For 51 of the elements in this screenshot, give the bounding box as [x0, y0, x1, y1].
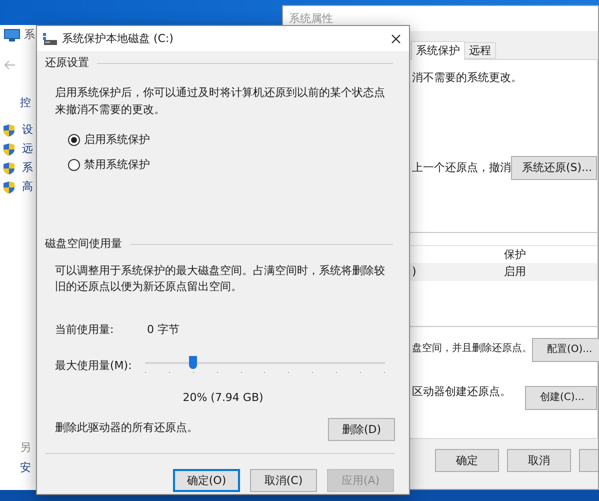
window-title: 系统属性: [289, 10, 333, 26]
description-text: 消不需要的系统更改。: [412, 70, 523, 86]
table-cell-text: ): [412, 264, 418, 280]
field-label: 最大使用量(M):: [55, 358, 133, 374]
close-icon: [391, 34, 401, 44]
monitor-icon: [4, 28, 20, 42]
field-label: 当前使用量:: [55, 322, 115, 338]
radio-option[interactable]: 启用系统保护: [68, 132, 401, 148]
slider-thumb[interactable]: [189, 356, 197, 369]
window-title: 系统保护本地磁盘 (C:): [62, 30, 174, 46]
shield-icon: [3, 124, 15, 136]
restore-button[interactable]: 系统还原(S)...: [511, 156, 597, 180]
sidebar-link[interactable]: 系: [22, 160, 33, 176]
group-heading: 还原设置: [45, 55, 89, 71]
dialog-button[interactable]: 取消(C): [250, 469, 317, 492]
dialog-button[interactable]: 确定(O): [173, 469, 240, 492]
window-title: 系: [24, 27, 35, 43]
description-text: 上一个还原点，撤消: [412, 160, 511, 176]
back-arrow-icon: [4, 60, 16, 70]
create-button[interactable]: 创建(C)...: [525, 386, 597, 410]
table-cell: 启用: [504, 264, 526, 280]
shield-icon: [3, 162, 15, 174]
nav-heading: 控: [19, 95, 32, 111]
column-header: 保护: [504, 246, 526, 262]
sidebar-link[interactable]: 高: [22, 179, 33, 195]
tab[interactable]: 系统保护: [411, 41, 465, 60]
radio-label: 禁用系统保护: [84, 157, 150, 173]
radio-option[interactable]: 禁用系统保护: [68, 157, 401, 173]
sidebar-link[interactable]: 远: [22, 141, 33, 157]
tab[interactable]: 远程: [465, 42, 496, 59]
description-text: 盘空间，并且删除还原点。: [412, 342, 532, 356]
sidebar-link[interactable]: 设: [22, 122, 33, 138]
radio-label: 启用系统保护: [84, 132, 150, 148]
dialog-button[interactable]: 取消: [506, 449, 571, 472]
shield-icon: [3, 142, 15, 156]
description-text: 启用系统保护后，你可以通过及时将计算机还原到以前的某个状态点来撤消不需要的更改。: [55, 85, 386, 118]
dialog-button[interactable]: 确定: [435, 449, 499, 472]
sidebar-link[interactable]: 安: [20, 460, 40, 476]
drive-icon: [43, 32, 57, 44]
configure-button[interactable]: 配置(O)...: [532, 338, 599, 362]
value-text: 0 字节: [147, 322, 180, 338]
description-text: 删除此驱动器的所有还原点。: [55, 420, 198, 436]
dialog-button[interactable]: [578, 449, 598, 472]
radio-button[interactable]: [68, 134, 80, 146]
shield-icon: [3, 180, 15, 194]
group-heading: 磁盘空间使用量: [45, 236, 122, 252]
section-heading: 另: [20, 440, 32, 456]
slider-reading: 20% (7.94 GB): [182, 390, 264, 406]
delete-button[interactable]: 删除(D): [328, 418, 395, 441]
radio-button[interactable]: [68, 159, 80, 171]
description-text: 区动器创建还原点。: [412, 384, 511, 400]
